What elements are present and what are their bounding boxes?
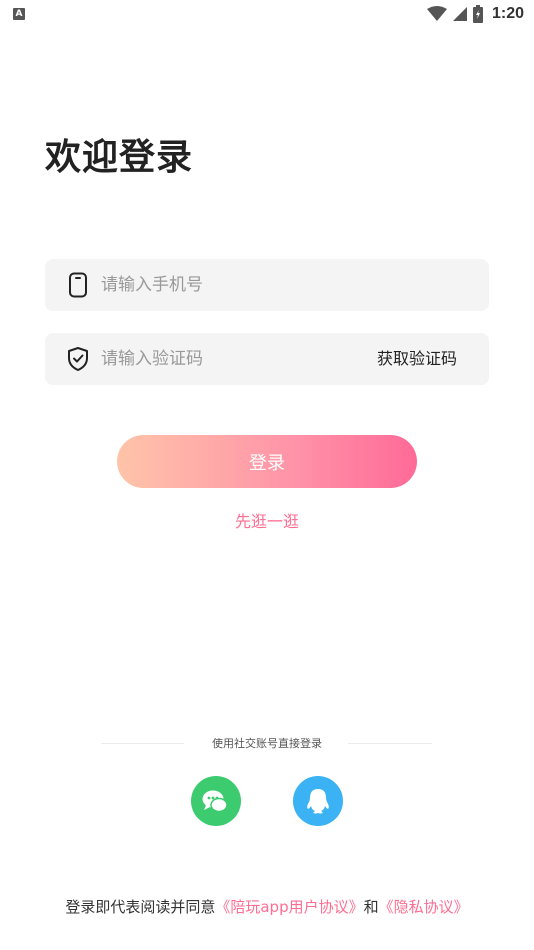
signal-icon	[452, 7, 467, 21]
browse-link[interactable]: 先逛一逛	[0, 508, 534, 532]
notification-icon: A	[13, 8, 25, 20]
divider-right	[348, 743, 432, 744]
user-agreement-link[interactable]: 《陪玩app用户协议》	[215, 898, 363, 916]
wechat-icon	[202, 790, 228, 813]
get-code-button[interactable]: 获取验证码	[377, 333, 457, 385]
social-login-label: 使用社交账号直接登录	[212, 737, 322, 750]
code-input[interactable]	[101, 333, 361, 385]
privacy-policy-link[interactable]: 《隐私协议》	[379, 898, 469, 916]
phone-input[interactable]	[101, 259, 361, 311]
agreement-conjunction: 和	[363, 898, 379, 916]
wifi-icon	[426, 6, 447, 21]
page-title: 欢迎登录	[45, 137, 194, 178]
battery-icon	[472, 5, 483, 23]
phone-icon	[69, 272, 87, 298]
status-time: 1:20	[491, 5, 524, 22]
wechat-login-button[interactable]	[191, 776, 241, 826]
login-button[interactable]: 登录	[117, 435, 417, 488]
agreement-prefix: 登录即代表阅读并同意	[65, 898, 216, 916]
phone-field[interactable]	[45, 259, 489, 311]
status-bar: A 1:20	[0, 0, 534, 28]
qq-icon	[307, 789, 329, 814]
qq-login-button[interactable]	[293, 776, 343, 826]
agreement-text: 登录即代表阅读并同意《陪玩app用户协议》和《隐私协议》	[0, 896, 534, 917]
code-field[interactable]: 获取验证码	[45, 333, 489, 385]
status-icons: 1:20	[426, 3, 524, 25]
shield-check-icon	[68, 347, 88, 371]
